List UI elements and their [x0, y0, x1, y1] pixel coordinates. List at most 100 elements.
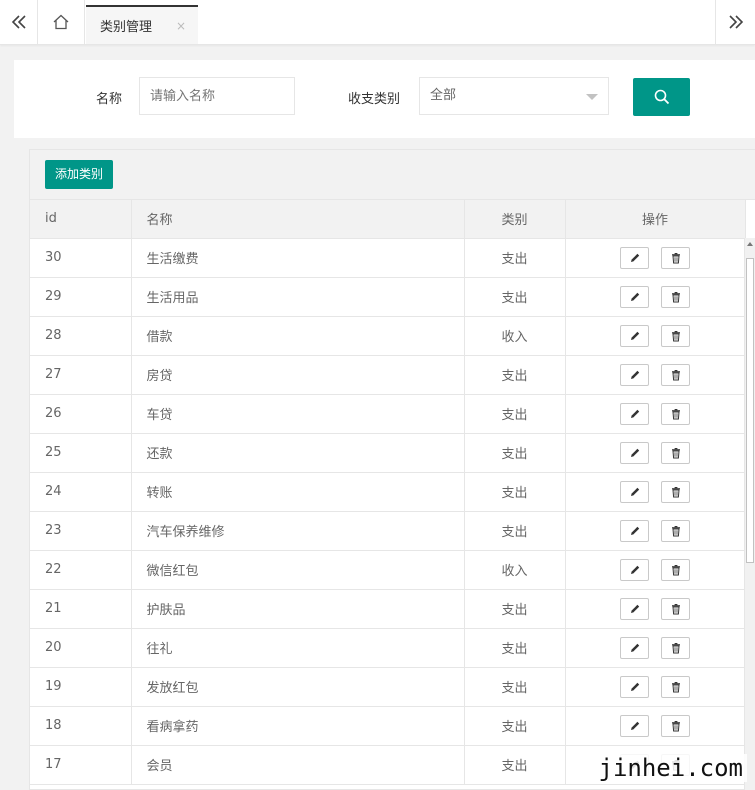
pencil-icon [630, 253, 639, 262]
edit-button[interactable] [620, 402, 649, 425]
type-label: 收支类别 [348, 92, 401, 107]
edit-button[interactable] [620, 597, 649, 620]
cell-name: 借款 [130, 315, 465, 356]
table-row: 26 车贷 支出 [30, 393, 746, 434]
cell-type: 支出 [463, 627, 566, 668]
edit-button[interactable] [620, 480, 649, 503]
cell-type: 支出 [463, 510, 566, 551]
cell-id: 22 [30, 549, 132, 590]
home-tab-button[interactable] [38, 0, 85, 44]
edit-button[interactable] [620, 324, 649, 347]
cell-type: 支出 [463, 471, 566, 512]
cell-type: 支出 [463, 588, 566, 629]
pencil-icon [630, 565, 639, 574]
delete-button[interactable] [661, 441, 690, 464]
tabs-scroll-right-button[interactable] [715, 0, 755, 44]
delete-button[interactable] [661, 324, 690, 347]
table-row: 19 发放红包 支出 [30, 666, 746, 707]
table-vertical-scrollbar[interactable] [744, 238, 755, 790]
trash-icon [671, 408, 680, 419]
edit-button[interactable] [620, 363, 649, 386]
cell-actions [564, 315, 746, 356]
cell-id: 19 [30, 666, 132, 707]
trash-icon [671, 681, 680, 692]
table-row: 29 生活用品 支出 [30, 276, 746, 317]
table-row: 23 汽车保养维修 支出 [30, 510, 746, 551]
edit-button[interactable] [620, 285, 649, 308]
table-row: 18 看病拿药 支出 [30, 705, 746, 746]
scroll-up-arrow-icon[interactable] [747, 242, 753, 246]
cell-type: 支出 [463, 432, 566, 473]
pencil-icon [630, 370, 639, 379]
edit-button[interactable] [620, 441, 649, 464]
edit-button[interactable] [620, 636, 649, 659]
cell-actions [564, 549, 746, 590]
pencil-icon [630, 604, 639, 613]
cell-actions [564, 510, 746, 551]
cell-type: 支出 [463, 276, 566, 317]
category-table-card: 添加类别 id 名称 类别 操作 30 生活缴费 支出 29 生活用品 支出 28 借款 收入 2… [29, 149, 755, 790]
double-chevron-right-icon [728, 15, 743, 29]
cell-name: 看病拿药 [130, 705, 465, 746]
cell-actions [564, 354, 746, 395]
cell-type: 支出 [463, 354, 566, 395]
cell-name: 生活缴费 [130, 237, 465, 278]
column-header-type[interactable]: 类别 [463, 200, 566, 239]
search-icon [654, 89, 669, 105]
watermark: jinhei.com [594, 754, 747, 782]
edit-button[interactable] [620, 675, 649, 698]
delete-button[interactable] [661, 636, 690, 659]
edit-button[interactable] [620, 558, 649, 581]
type-select-value: 全部 [430, 88, 457, 103]
cell-name: 转账 [130, 471, 465, 512]
table-row: 25 还款 支出 [30, 432, 746, 473]
delete-button[interactable] [661, 402, 690, 425]
cell-type: 支出 [463, 393, 566, 434]
double-chevron-left-icon [11, 15, 26, 29]
category-table: id 名称 类别 操作 30 生活缴费 支出 29 生活用品 支出 28 借款 收入 27 房贷 支出… [30, 200, 746, 785]
cell-type: 支出 [463, 666, 566, 707]
pencil-icon [630, 721, 639, 730]
delete-button[interactable] [661, 285, 690, 308]
edit-button[interactable] [620, 246, 649, 269]
delete-button[interactable] [661, 558, 690, 581]
column-header-name[interactable]: 名称 [130, 200, 465, 239]
cell-id: 24 [30, 471, 132, 512]
trash-icon [671, 525, 680, 536]
scrollbar-thumb[interactable] [746, 258, 754, 563]
cell-actions [564, 705, 746, 746]
cell-id: 20 [30, 627, 132, 668]
pencil-icon [630, 682, 639, 691]
cell-name: 微信红包 [130, 549, 465, 590]
delete-button[interactable] [661, 519, 690, 542]
column-header-id[interactable]: id [30, 200, 132, 239]
chevron-down-icon [586, 94, 598, 100]
edit-button[interactable] [620, 714, 649, 737]
cell-name: 会员 [130, 744, 465, 785]
cell-actions [564, 588, 746, 629]
pencil-icon [630, 331, 639, 340]
delete-button[interactable] [661, 480, 690, 503]
cell-actions [564, 627, 746, 668]
delete-button[interactable] [661, 675, 690, 698]
search-button[interactable] [633, 78, 690, 116]
delete-button[interactable] [661, 246, 690, 269]
cell-id: 17 [30, 744, 132, 785]
type-select[interactable]: 全部 [419, 77, 609, 115]
delete-button[interactable] [661, 597, 690, 620]
pencil-icon [630, 487, 639, 496]
name-search-input[interactable] [139, 77, 295, 115]
cell-type: 支出 [463, 744, 566, 785]
delete-button[interactable] [661, 714, 690, 737]
add-category-button[interactable]: 添加类别 [45, 160, 114, 189]
table-row: 21 护肤品 支出 [30, 588, 746, 629]
tab-close-icon[interactable]: × [176, 19, 186, 33]
edit-button[interactable] [620, 519, 649, 542]
tabs-scroll-left-button[interactable] [0, 0, 38, 44]
cell-type: 支出 [463, 237, 566, 278]
delete-button[interactable] [661, 363, 690, 386]
trash-icon [671, 447, 680, 458]
cell-type: 支出 [463, 705, 566, 746]
tab-category-management[interactable]: 类别管理 × [86, 5, 198, 44]
cell-id: 21 [30, 588, 132, 629]
